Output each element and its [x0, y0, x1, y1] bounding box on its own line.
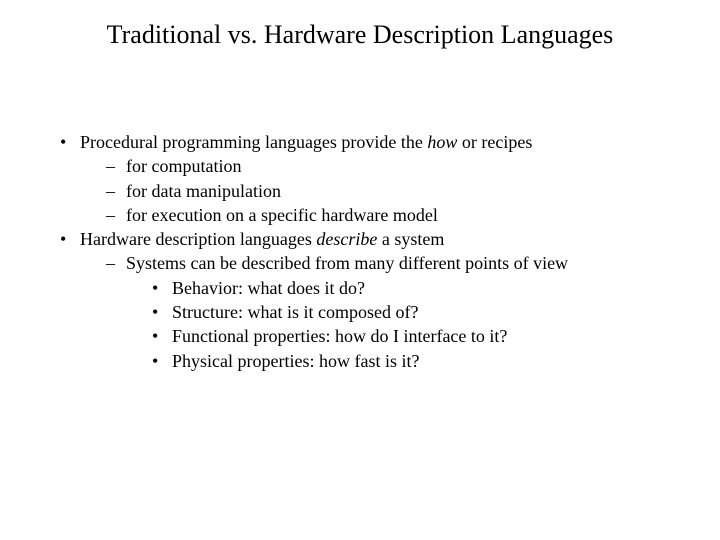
bullet-1-text-post: or recipes [457, 132, 532, 152]
bullet-2-sub-1-d: Physical properties: how fast is it? [152, 349, 680, 373]
bullet-1-sub-2: for data manipulation [106, 179, 680, 203]
bullet-1-sub-1: for computation [106, 154, 680, 178]
slide-title: Traditional vs. Hardware Description Lan… [40, 20, 680, 50]
bullet-2-text-post: a system [377, 229, 444, 249]
bullet-2-sub-1-a: Behavior: what does it do? [152, 276, 680, 300]
bullet-2-sub-1: Systems can be described from many diffe… [106, 251, 680, 372]
bullet-1-sub-1-text: for computation [126, 156, 241, 176]
bullet-1: Procedural programming languages provide… [60, 130, 680, 227]
bullet-1-sub-3: for execution on a specific hardware mod… [106, 203, 680, 227]
bullet-2-text-em: describe [316, 229, 377, 249]
bullet-1-sub-2-text: for data manipulation [126, 181, 281, 201]
bullet-2-sub-1-a-text: Behavior: what does it do? [172, 278, 365, 298]
bullet-1-text-pre: Procedural programming languages provide… [80, 132, 427, 152]
bullet-2-sub-1-d-text: Physical properties: how fast is it? [172, 351, 419, 371]
bullet-2-sub-1-b-text: Structure: what is it composed of? [172, 302, 418, 322]
bullet-2-text-pre: Hardware description languages [80, 229, 316, 249]
bullet-2-sub-1-sublist: Behavior: what does it do? Structure: wh… [126, 276, 680, 373]
bullet-2-sublist: Systems can be described from many diffe… [80, 251, 680, 372]
bullet-2: Hardware description languages describe … [60, 227, 680, 373]
bullet-1-text-em: how [427, 132, 457, 152]
bullet-2-sub-1-c-text: Functional properties: how do I interfac… [172, 326, 507, 346]
bullet-2-sub-1-text: Systems can be described from many diffe… [126, 253, 568, 273]
slide: Traditional vs. Hardware Description Lan… [0, 0, 720, 540]
bullet-1-sub-3-text: for execution on a specific hardware mod… [126, 205, 438, 225]
bullet-2-sub-1-c: Functional properties: how do I interfac… [152, 324, 680, 348]
bullet-list: Procedural programming languages provide… [40, 130, 680, 373]
bullet-2-sub-1-b: Structure: what is it composed of? [152, 300, 680, 324]
bullet-1-sublist: for computation for data manipulation fo… [80, 154, 680, 227]
